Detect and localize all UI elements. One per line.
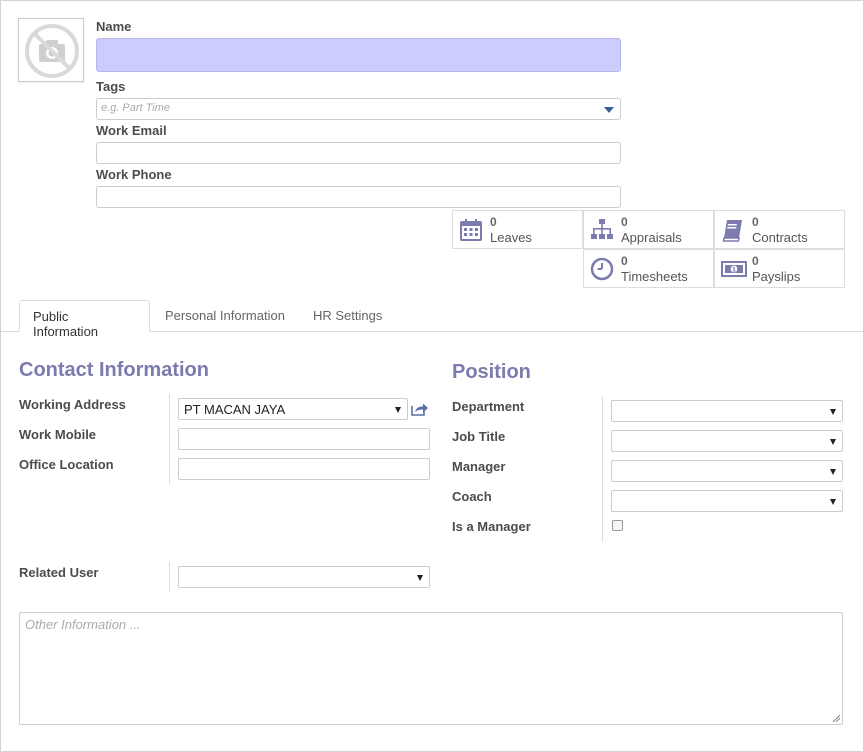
work-email-label: Work Email xyxy=(96,123,167,138)
leaves-button[interactable]: 0 Leaves xyxy=(452,210,583,249)
work-mobile-label: Work Mobile xyxy=(19,427,97,442)
timesheets-label: Timesheets xyxy=(621,269,688,284)
work-phone-label: Work Phone xyxy=(96,167,172,182)
office-location-label: Office Location xyxy=(19,457,114,472)
timesheets-button[interactable]: 0 Timesheets xyxy=(583,249,714,288)
contact-information-title: Contact Information xyxy=(19,359,209,381)
employee-avatar[interactable] xyxy=(18,18,84,82)
camera-off-icon xyxy=(25,24,79,78)
clock-icon xyxy=(590,257,614,281)
position-title: Position xyxy=(452,361,531,383)
sitemap-icon xyxy=(591,219,613,239)
other-information-placeholder: Other Information ... xyxy=(25,617,141,632)
caret-down-icon xyxy=(830,469,836,475)
office-location-input[interactable] xyxy=(178,458,430,480)
coach-label: Coach xyxy=(452,489,492,504)
payslips-count: 0 xyxy=(752,254,759,268)
employee-form: Name Tags e.g. Part Time Work Email Work… xyxy=(0,0,864,752)
other-information-textarea[interactable]: Other Information ... xyxy=(19,612,843,725)
name-input[interactable] xyxy=(96,38,621,72)
job-title-select[interactable] xyxy=(611,430,843,452)
working-address-label: Working Address xyxy=(19,397,126,412)
appraisals-label: Appraisals xyxy=(621,230,682,245)
coach-select[interactable] xyxy=(611,490,843,512)
leaves-count: 0 xyxy=(490,215,497,229)
manager-label: Manager xyxy=(452,459,506,474)
payslips-label: Payslips xyxy=(752,269,801,284)
leaves-label: Leaves xyxy=(490,230,532,245)
related-user-separator xyxy=(169,562,170,592)
money-icon: 1 xyxy=(721,261,747,277)
tab-hr-settings[interactable]: HR Settings xyxy=(300,300,395,332)
position-separator xyxy=(602,396,603,542)
working-address-value: PT MACAN JAYA xyxy=(184,402,286,417)
contracts-count: 0 xyxy=(752,215,759,229)
contact-separator xyxy=(169,394,170,484)
related-user-select[interactable] xyxy=(178,566,430,588)
manager-select[interactable] xyxy=(611,460,843,482)
book-icon xyxy=(722,220,742,242)
working-address-select[interactable]: PT MACAN JAYA xyxy=(178,398,408,420)
department-label: Department xyxy=(452,399,525,414)
chevron-down-icon[interactable] xyxy=(604,107,614,113)
tab-public-information[interactable]: Public Information xyxy=(19,300,150,339)
job-title-label: Job Title xyxy=(452,429,506,444)
work-email-input[interactable] xyxy=(96,142,621,164)
caret-down-icon xyxy=(417,575,423,581)
external-link-icon[interactable] xyxy=(411,402,429,416)
work-mobile-input[interactable] xyxy=(178,428,430,450)
name-label: Name xyxy=(96,19,132,34)
caret-down-icon xyxy=(830,439,836,445)
department-select[interactable] xyxy=(611,400,843,422)
tags-placeholder: e.g. Part Time xyxy=(101,102,170,114)
svg-text:1: 1 xyxy=(732,267,736,274)
calendar-icon xyxy=(460,219,482,241)
timesheets-count: 0 xyxy=(621,254,628,268)
tags-label: Tags xyxy=(96,79,126,94)
contracts-button[interactable]: 0 Contracts xyxy=(714,210,845,249)
is-a-manager-checkbox[interactable] xyxy=(612,520,623,531)
payslips-button[interactable]: 1 0 Payslips xyxy=(714,249,845,288)
tab-personal-information[interactable]: Personal Information xyxy=(152,300,298,332)
caret-down-icon xyxy=(830,499,836,505)
contracts-label: Contracts xyxy=(752,230,808,245)
tags-input[interactable]: e.g. Part Time xyxy=(96,98,621,120)
related-user-label: Related User xyxy=(19,565,99,580)
work-phone-input[interactable] xyxy=(96,186,621,208)
caret-down-icon xyxy=(830,409,836,415)
appraisals-button[interactable]: 0 Appraisals xyxy=(583,210,714,249)
appraisals-count: 0 xyxy=(621,215,628,229)
resize-handle-icon[interactable] xyxy=(831,713,841,723)
caret-down-icon xyxy=(395,407,401,413)
is-a-manager-label: Is a Manager xyxy=(452,519,531,534)
